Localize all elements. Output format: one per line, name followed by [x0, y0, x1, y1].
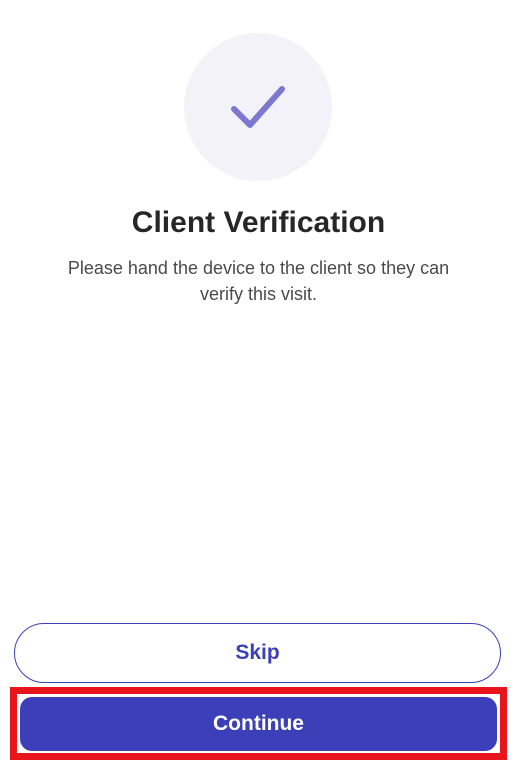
instruction-text: Please hand the device to the client so … [67, 258, 450, 304]
checkmark-circle [184, 33, 332, 181]
checkmark-icon [231, 86, 285, 128]
page-title: Client Verification [131, 206, 386, 239]
skip-button[interactable]: Skip [14, 623, 501, 683]
continue-button[interactable]: Continue [20, 697, 497, 751]
